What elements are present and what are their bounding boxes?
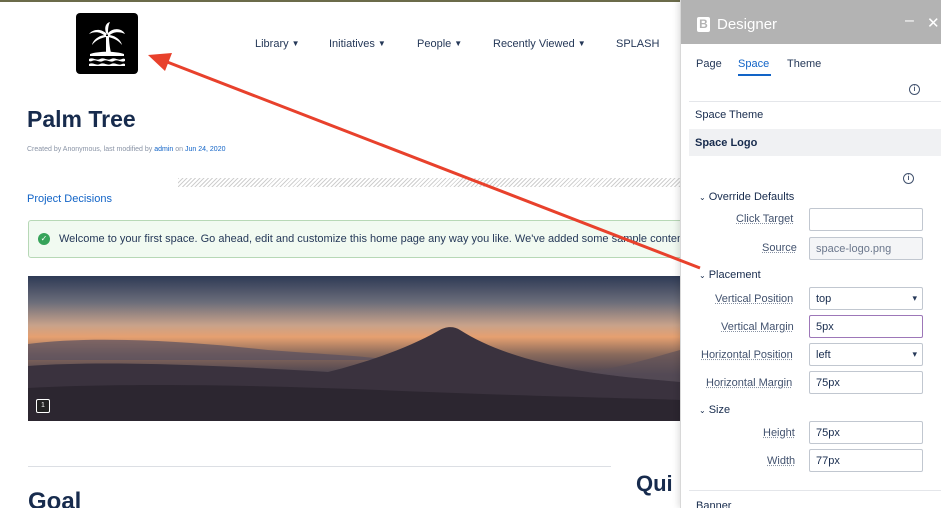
height-label: Height	[763, 427, 795, 439]
tab-theme[interactable]: Theme	[787, 58, 821, 70]
tab-space[interactable]: Space	[738, 58, 769, 70]
welcome-message: ✓ Welcome to your first space. Go ahead,…	[28, 220, 688, 258]
nav-library[interactable]: Library ▼	[255, 38, 300, 50]
page: Library ▼ Initiatives ▼ People ▼ Recently V…	[0, 0, 941, 508]
horizontal-position-label: Horizontal Position	[701, 349, 793, 361]
chevron-down-icon: ▾	[912, 293, 917, 303]
info-icon[interactable]: i	[903, 173, 914, 184]
chevron-down-icon: ⌄	[699, 271, 706, 280]
check-circle-icon: ✓	[38, 233, 50, 245]
heading-right: Qui	[636, 471, 673, 496]
chevron-down-icon: ⌄	[699, 406, 706, 415]
heading-goal: Goal	[28, 488, 82, 508]
banner-image	[28, 276, 680, 421]
page-title: Palm Tree	[27, 106, 136, 132]
panel-divider	[689, 101, 941, 102]
panel-divider	[689, 490, 941, 491]
active-tab-indicator	[738, 74, 771, 76]
nav-splash-label: SPLASH	[616, 38, 660, 50]
nav-library-label: Library	[255, 38, 289, 50]
nav-initiatives-label: Initiatives	[329, 38, 375, 50]
banner-section-label[interactable]: Banner	[696, 500, 731, 508]
horizontal-position-value: left	[816, 349, 831, 361]
width-input[interactable]: 77px	[809, 449, 923, 472]
chevron-down-icon: ▾	[912, 349, 917, 359]
close-icon[interactable]: ✕	[927, 14, 940, 32]
height-input[interactable]: 75px	[809, 421, 923, 444]
horizontal-margin-label: Horizontal Margin	[706, 377, 793, 389]
designer-logo-icon: B	[697, 17, 710, 32]
designer-panel: B Designer – ✕ Page Space Theme i Space …	[680, 0, 941, 508]
info-icon[interactable]: i	[909, 84, 920, 95]
vertical-margin-input[interactable]: 5px	[809, 315, 923, 338]
width-label: Width	[767, 455, 796, 467]
section-divider	[28, 466, 611, 467]
vertical-margin-label: Vertical Margin	[721, 321, 794, 333]
placement-group[interactable]: ⌄ Placement	[699, 269, 761, 281]
designer-header: B Designer – ✕	[681, 0, 941, 44]
meta-user-link[interactable]: admin	[154, 146, 173, 153]
meta-prefix: Created by Anonymous, last modified by	[27, 146, 155, 153]
vertical-position-select[interactable]: top ▾	[809, 287, 923, 310]
tab-page[interactable]: Page	[696, 58, 722, 70]
nav-splash[interactable]: SPLASH	[616, 38, 659, 50]
designer-title: Designer	[717, 16, 778, 33]
nav-recently-viewed-label: Recently Viewed	[493, 38, 575, 50]
mountain-silhouette	[28, 327, 680, 421]
caret-down-icon: ▼	[377, 39, 386, 48]
top-border	[0, 0, 680, 2]
caret-down-icon: ▼	[577, 39, 586, 48]
space-theme-label[interactable]: Space Theme	[695, 109, 763, 121]
caret-down-icon: ▼	[454, 39, 463, 48]
arrow-head	[148, 53, 172, 71]
meta-on: on	[173, 146, 185, 153]
space-logo[interactable]	[76, 13, 138, 74]
horizontal-position-select[interactable]: left ▾	[809, 343, 923, 366]
click-target-label: Click Target	[736, 213, 794, 225]
nav-people-label: People	[417, 38, 452, 50]
space-logo-label[interactable]: Space Logo	[695, 137, 757, 149]
source-label: Source	[762, 242, 797, 254]
click-target-input[interactable]	[809, 208, 923, 231]
nav-initiatives[interactable]: Initiatives ▼	[329, 38, 386, 50]
nav-people[interactable]: People ▼	[417, 38, 462, 50]
override-defaults-label: Override Defaults	[708, 191, 795, 203]
size-group[interactable]: ⌄ Size	[699, 404, 730, 416]
page-metadata: Created by Anonymous, last modified by a…	[27, 146, 225, 153]
palm-tree-icon	[89, 21, 125, 66]
project-decisions-link[interactable]: Project Decisions	[27, 193, 112, 205]
welcome-text: Welcome to your first space. Go ahead, e…	[59, 233, 687, 245]
size-label: Size	[708, 404, 731, 416]
nav-recently-viewed[interactable]: Recently Viewed ▼	[493, 38, 586, 50]
hatched-divider	[178, 178, 680, 187]
minimize-icon[interactable]: –	[905, 12, 914, 30]
chevron-down-icon: ⌄	[699, 193, 706, 202]
meta-date-link[interactable]: Jun 24, 2020	[185, 146, 225, 153]
caret-down-icon: ▼	[291, 39, 300, 48]
vertical-position-label: Vertical Position	[715, 293, 794, 305]
comment-icon[interactable]: 1	[36, 399, 50, 413]
placement-label: Placement	[708, 269, 761, 281]
horizontal-margin-input[interactable]: 75px	[809, 371, 923, 394]
vertical-position-value: top	[816, 293, 832, 305]
override-defaults-group[interactable]: ⌄ Override Defaults	[699, 191, 794, 203]
source-input[interactable]: space-logo.png	[809, 237, 923, 260]
